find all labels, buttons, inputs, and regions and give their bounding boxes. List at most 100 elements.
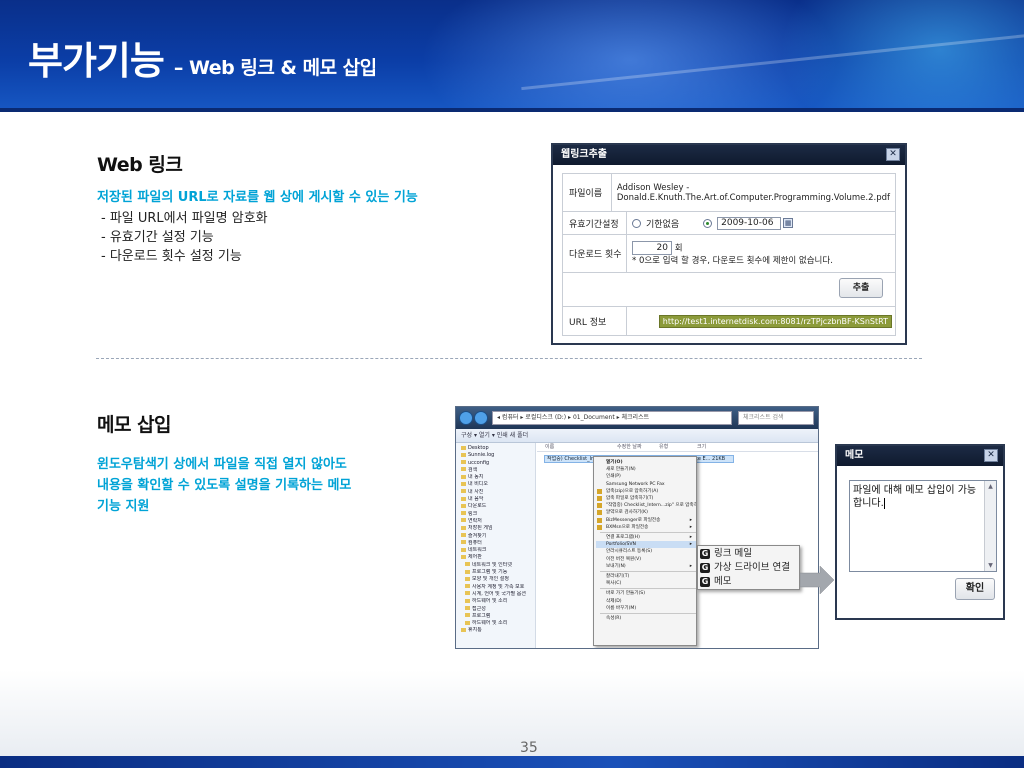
ok-button[interactable]: 확인 xyxy=(955,578,995,600)
sidebar-item[interactable]: 모양 및 개인 설정 xyxy=(459,576,532,583)
sidebar-item[interactable]: 프로그램 xyxy=(459,613,532,620)
close-icon[interactable]: ✕ xyxy=(886,148,900,161)
text-caret xyxy=(883,497,885,509)
context-menu-item[interactable]: 이름 바꾸기(M) xyxy=(606,605,696,612)
column-header[interactable]: 이름 xyxy=(537,443,617,452)
expiry-date-field[interactable]: 2009-10-06 xyxy=(717,216,782,230)
sidebar-item[interactable]: 내 음악 xyxy=(459,496,532,503)
folder-icon xyxy=(465,613,470,618)
explorer-sidebar: Desktop Sunnie.log ucconfig 검색 내 동지 내 비디오 내 사진… xyxy=(456,443,536,648)
context-menu-item[interactable]: Portfolio/SVN ▸ xyxy=(596,541,696,549)
column-header[interactable]: 유형 xyxy=(659,443,697,452)
sidebar-item[interactable]: 컴퓨터 xyxy=(459,540,532,547)
scrollbar[interactable]: ▲ ▼ xyxy=(984,481,996,571)
context-menu-item[interactable]: 인쇄(P) xyxy=(606,473,696,480)
scroll-down-icon[interactable]: ▼ xyxy=(986,561,995,570)
context-menu-item[interactable]: 연결 프로그램(H) ▸ xyxy=(606,534,696,541)
sidebar-item[interactable]: 하드웨어 및 소리 xyxy=(459,598,532,605)
context-menu-label: 보내기(N) xyxy=(606,563,626,569)
submenu-item-virtual-drive[interactable]: G 가상 드라이브 연결 xyxy=(698,561,799,575)
column-header[interactable]: 수정한 날짜 xyxy=(617,443,659,452)
sidebar-item[interactable]: Desktop xyxy=(459,445,532,452)
expiry-options: 기한없음 2009-10-06 ▦ xyxy=(627,212,895,234)
sidebar-item[interactable]: 하드웨어 및 소리 xyxy=(459,620,532,627)
sidebar-item[interactable]: 내 비디오 xyxy=(459,481,532,488)
context-menu-item[interactable]: 바로 가기 만들기(S) xyxy=(606,590,696,597)
sidebar-item[interactable]: 프로그램 및 기능 xyxy=(459,569,532,576)
sidebar-item[interactable]: 연락처 xyxy=(459,518,532,525)
chevron-right-icon: ▸ xyxy=(689,517,692,523)
folder-icon xyxy=(461,481,466,486)
sidebar-item[interactable]: 사용자 계정 및 가족 보호 xyxy=(459,584,532,591)
sidebar-item-label: 네트워크 xyxy=(468,547,487,554)
app-icon: G xyxy=(700,576,710,587)
context-menu-item[interactable]: 압축(zip)으로 압축하기(A) xyxy=(597,488,696,495)
dialog-titlebar: 웹링크추출 ✕ xyxy=(553,145,905,165)
scroll-up-icon[interactable]: ▲ xyxy=(986,482,995,491)
sidebar-item[interactable]: 내 사진 xyxy=(459,489,532,496)
forward-icon[interactable] xyxy=(474,411,488,425)
context-menu-item[interactable]: 새로 만들기(N) xyxy=(606,466,696,473)
sidebar-item[interactable]: 검색 xyxy=(459,467,532,474)
sidebar-item[interactable]: 내 동지 xyxy=(459,474,532,481)
radio-no-expiry[interactable] xyxy=(632,218,641,228)
sidebar-item[interactable]: 즐겨찾기 xyxy=(459,533,532,540)
memo-textarea[interactable]: 파일에 대해 메모 삽입이 가능 합니다. ▲ ▼ xyxy=(849,480,997,572)
context-menu-item[interactable]: BizMessenger로 파일전송 ▸ xyxy=(597,517,696,524)
memo-lead-line: 윈도우탐색기 상에서 파일을 직접 열지 않아도 xyxy=(97,457,347,472)
context-menu-item[interactable]: 알약으로 검사하기(K) xyxy=(597,509,696,516)
sidebar-item-label: 저장된 게임 xyxy=(468,525,493,532)
context-menu-item[interactable]: Samsung Network PC Fax xyxy=(606,481,696,488)
column-header[interactable]: 크기 xyxy=(697,443,717,452)
memo-lead: 윈도우탐색기 상에서 파일을 직접 열지 않아도 내용을 확인할 수 있도록 설… xyxy=(97,454,351,517)
context-menu-item[interactable]: "작업중) Checklist_Intern...zip" 으로 압축하기(Q) xyxy=(597,502,696,509)
sidebar-item[interactable]: 네트워크 xyxy=(459,547,532,554)
sidebar-item[interactable]: 시계, 언어 및 국가별 옵션 xyxy=(459,591,532,598)
sidebar-item[interactable]: 접근성 xyxy=(459,606,532,613)
sidebar-item[interactable]: 링크 xyxy=(459,511,532,518)
submenu-item-link-mail[interactable]: G 링크 메일 xyxy=(698,547,799,561)
extract-button[interactable]: 추출 xyxy=(839,278,883,298)
filename-value: Addison Wesley - Donald.E.Knuth.The.Art.… xyxy=(612,174,895,211)
address-input[interactable]: ◂ 컴퓨터 ▸ 로컬디스크 (D:) ▸ 01_Document ▸ 체크리스트 xyxy=(492,411,732,425)
close-icon[interactable]: ✕ xyxy=(984,449,998,462)
context-menu-label: BizMessenger로 파일전송 xyxy=(606,517,661,523)
memo-dialog: 메모 ✕ 파일에 대해 메모 삽입이 가능 합니다. ▲ ▼ 확인 xyxy=(835,444,1005,620)
context-menu-item[interactable]: BXMsn으로 파일전송 ▸ xyxy=(597,524,696,531)
sidebar-item[interactable]: 휴지통 xyxy=(459,627,532,634)
back-icon[interactable] xyxy=(459,411,473,425)
sidebar-item-label: ucconfig xyxy=(468,459,490,466)
search-input[interactable]: 체크리스트 검색 xyxy=(738,411,814,425)
sidebar-item-label: 컴퓨터 xyxy=(468,539,482,546)
explorer-toolbar[interactable]: 구성 ▾ 열기 ▾ 인쇄 새 폴더 xyxy=(456,429,818,443)
submenu-item-memo[interactable]: G 메모 xyxy=(698,575,799,589)
sidebar-item[interactable]: 저장된 게임 xyxy=(459,525,532,532)
sidebar-item[interactable]: 네트워크 및 인터넷 xyxy=(459,562,532,569)
radio-expiry-date[interactable] xyxy=(703,218,713,228)
context-menu-item[interactable]: 삭제(D) xyxy=(606,598,696,605)
context-menu-label: 삭제(D) xyxy=(606,598,622,604)
context-menu-label: 속성(R) xyxy=(606,616,622,622)
context-menu-item[interactable]: 열기(O) xyxy=(606,459,696,466)
list-item: - 유효기간 설정 기능 xyxy=(101,230,214,245)
context-menu-item[interactable]: 잘라내기(T) xyxy=(606,573,696,580)
sidebar-item-label: 내 동지 xyxy=(468,474,484,481)
context-menu-item[interactable]: 속성(R) xyxy=(606,615,696,622)
context-menu-item[interactable]: 이전 버전 복원(V) xyxy=(606,556,696,563)
sidebar-item[interactable]: 제어판 xyxy=(459,554,532,561)
footer-bar xyxy=(0,756,1024,768)
context-menu-item[interactable]: 압축 파일로 압축하기(T) xyxy=(597,495,696,502)
calendar-icon[interactable]: ▦ xyxy=(783,218,794,228)
context-menu-item[interactable]: 보내기(N) ▸ xyxy=(606,563,696,570)
url-field[interactable]: http://test1.internetdisk.com:8081/rzTPj… xyxy=(658,314,892,328)
sidebar-item[interactable]: 다운로드 xyxy=(459,503,532,510)
sidebar-item[interactable]: ucconfig xyxy=(459,460,532,467)
memo-lead-line: 내용을 확인할 수 있도록 설명을 기록하는 메모 xyxy=(97,478,352,493)
sidebar-item-label: 내 사진 xyxy=(468,488,484,495)
context-menu-item[interactable]: 복사(C) xyxy=(606,580,696,587)
folder-icon xyxy=(465,584,470,589)
context-menu-label: 바로 가기 만들기(S) xyxy=(606,591,646,597)
download-count-field[interactable]: 20 xyxy=(632,240,672,255)
context-menu-item[interactable]: 안라시큐리스트 등록(S) xyxy=(606,548,696,555)
sidebar-item[interactable]: Sunnie.log xyxy=(459,452,532,459)
